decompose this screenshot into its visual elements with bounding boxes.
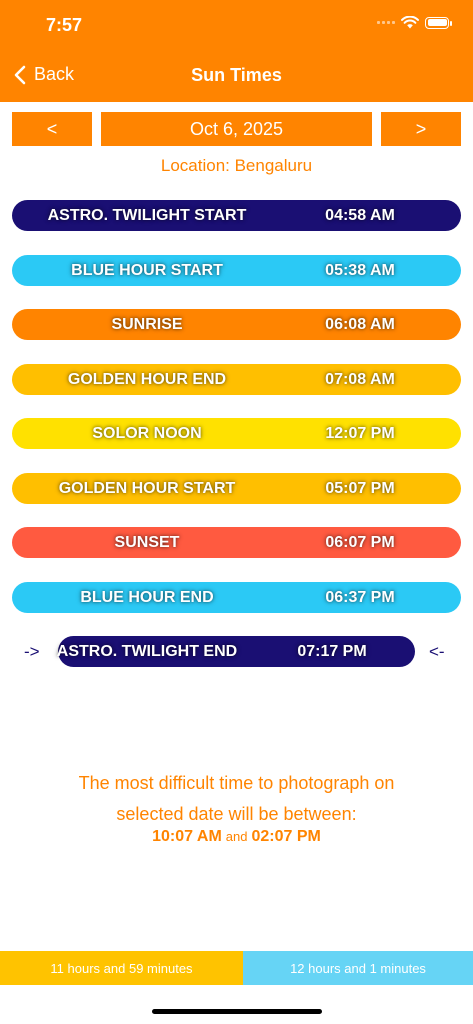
sun-event-name: BLUE HOUR END (80, 588, 214, 606)
sun-event-row: SUNSET 06:07 PM (12, 527, 461, 558)
prev-date-button[interactable]: < (12, 112, 92, 146)
sun-event-time: 06:07 PM (325, 533, 395, 551)
sun-event-time: 05:07 PM (325, 479, 395, 497)
sun-event-time: 07:08 AM (325, 370, 395, 388)
message-line-1: The most difficult time to photograph on (78, 773, 395, 793)
sun-event-time: 12:07 PM (325, 424, 395, 442)
sun-event-row: GOLDEN HOUR START 05:07 PM (12, 473, 461, 504)
sun-event-name: SUNSET (114, 533, 180, 551)
current-marker-left: -> (24, 642, 40, 661)
next-date-button[interactable]: > (381, 112, 461, 146)
day-length-bar: 11 hours and 59 minutes (0, 951, 243, 985)
location-label: Location: Bengaluru (160, 156, 313, 175)
sun-event-time: 05:38 AM (325, 261, 395, 279)
date-display-button[interactable]: Oct 6, 2025 (101, 112, 372, 146)
status-time: 7:57 (46, 15, 83, 35)
sun-event-name: GOLDEN HOUR END (67, 370, 227, 388)
sun-event-row: ASTRO. TWILIGHT END 07:17 PM (57, 636, 415, 667)
sun-event-name: SOLOR NOON (92, 424, 202, 442)
night-length-bar: 12 hours and 1 minutes (243, 951, 473, 985)
sun-event-row: BLUE HOUR START 05:38 AM (12, 255, 461, 286)
app-header: 7:57 Back Sun Times (0, 0, 473, 102)
signal-icon (377, 21, 395, 24)
sun-event-time: 04:58 AM (325, 206, 395, 224)
sun-event-row: BLUE HOUR END 06:37 PM (12, 582, 461, 613)
and-label: and (225, 829, 248, 844)
sun-event-row: ASTRO. TWILIGHT START 04:58 AM (12, 200, 461, 231)
difficult-start-time: 10:07 AM (152, 828, 222, 845)
sun-event-name: ASTRO. TWILIGHT END (56, 642, 238, 660)
sun-event-name: SUNRISE (111, 315, 183, 333)
difficult-time-range: 10:07 AM and 02:07 PM (0, 828, 473, 846)
sun-event-name: BLUE HOUR START (71, 261, 223, 279)
sun-event-row: SUNRISE 06:08 AM (12, 309, 461, 340)
sun-event-time: 06:37 PM (325, 588, 395, 606)
current-marker-right: <- (429, 642, 445, 661)
sun-event-name: ASTRO. TWILIGHT START (47, 206, 247, 224)
sun-event-row: SOLOR NOON 12:07 PM (12, 418, 461, 449)
battery-icon (425, 16, 452, 29)
page-title: Sun Times (191, 65, 282, 85)
message-line-2: selected date will be between: (116, 804, 357, 824)
sun-event-time: 07:17 PM (297, 642, 367, 660)
sun-event-time: 06:08 AM (325, 315, 395, 333)
home-indicator (152, 1009, 322, 1014)
sun-event-row: GOLDEN HOUR END 07:08 AM (12, 364, 461, 395)
wifi-icon (401, 16, 419, 29)
status-icons (377, 16, 452, 29)
difficult-end-time: 02:07 PM (251, 828, 321, 845)
sun-event-name: GOLDEN HOUR START (58, 479, 236, 497)
